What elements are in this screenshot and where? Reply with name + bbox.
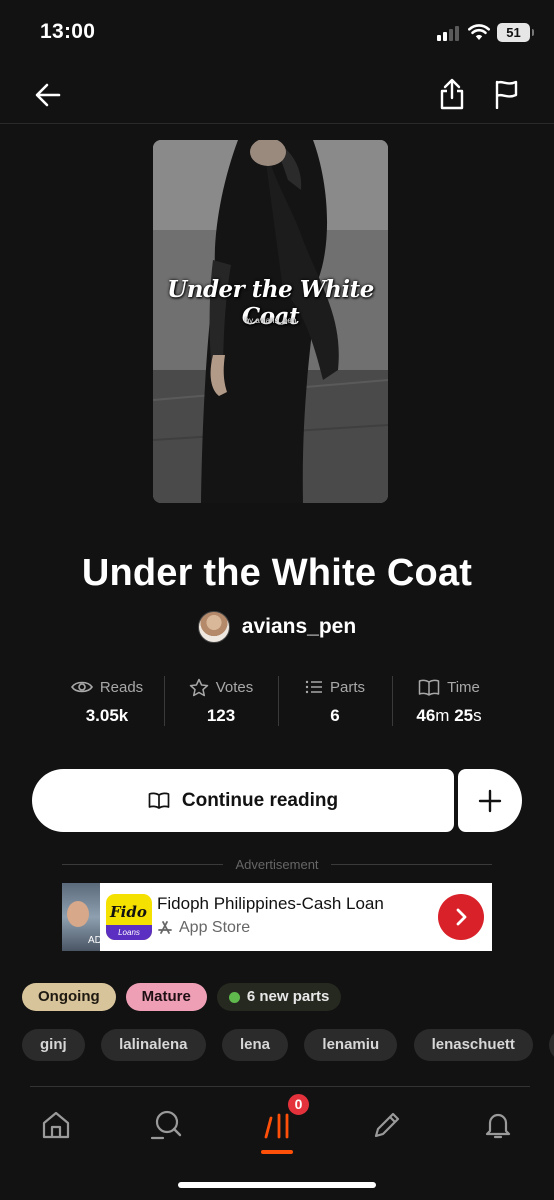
open-book-icon <box>418 679 440 696</box>
tabbar-divider <box>30 1086 530 1087</box>
tab-write[interactable] <box>357 1102 417 1148</box>
green-dot-icon <box>228 991 240 1003</box>
ad-video-thumbnail[interactable]: AD <box>62 883 100 951</box>
author-link[interactable]: avians_pen <box>0 611 554 643</box>
arrow-left-icon <box>35 83 61 107</box>
ad-banner[interactable]: AD Fido Loans Fidoph Philippines-Cash Lo… <box>62 883 492 951</box>
author-name[interactable]: avians_pen <box>242 615 356 639</box>
stat-time-seconds-unit: s <box>473 706 482 725</box>
flag-icon <box>495 80 518 109</box>
stat-parts-value: 6 <box>330 706 340 725</box>
pencil-icon <box>374 1112 400 1138</box>
cellular-signal-icon <box>437 26 461 41</box>
stat-parts-label: Parts <box>329 678 365 696</box>
tag-chip[interactable]: lenamiu <box>304 1029 398 1061</box>
ad-store-label: App Store <box>179 919 251 936</box>
open-book-icon <box>148 792 170 809</box>
cover-byline: by avians_pen <box>244 316 297 325</box>
stat-reads: Reads 3.05k <box>50 676 164 726</box>
ad-store: App Store <box>157 919 250 937</box>
tag-chip[interactable]: lisa <box>549 1029 554 1061</box>
stat-time: Time 46m 25s <box>392 676 506 726</box>
stat-time-value: 46m 25s <box>392 706 506 726</box>
report-button[interactable] <box>486 74 526 114</box>
stat-time-label: Time <box>447 678 480 696</box>
tag-list: ginj lalinalena lena lenamiu lenaschuett… <box>22 1029 554 1061</box>
stat-time-seconds: 25 <box>454 706 474 725</box>
stat-time-minutes-unit: m <box>435 706 450 725</box>
story-title: Under the White Coat <box>81 552 473 594</box>
list-icon <box>305 680 322 694</box>
stat-reads-label: Reads <box>99 678 144 696</box>
add-to-library-button[interactable] <box>458 769 522 832</box>
tab-search[interactable] <box>136 1102 196 1148</box>
eye-icon <box>70 681 93 693</box>
new-parts-badge: 6 new parts <box>216 983 342 1011</box>
mature-badge: Mature <box>125 983 207 1011</box>
story-badges: Ongoing Mature 6 new parts <box>22 983 342 1011</box>
top-nav <box>0 66 554 124</box>
status-bar: 13:00 51 <box>0 0 554 66</box>
tag-chip[interactable]: lena <box>221 1029 288 1061</box>
back-button[interactable] <box>28 75 68 115</box>
stat-reads-value: 3.05k <box>85 706 129 725</box>
tag-chip[interactable]: ginj <box>22 1029 85 1061</box>
continue-reading-button[interactable]: Continue reading <box>32 769 454 832</box>
app-store-icon <box>158 921 172 934</box>
library-badge: 0 <box>286 1092 311 1117</box>
plus-icon <box>478 789 502 812</box>
search-icon <box>150 1110 182 1140</box>
advertisement-label: Advertisement <box>235 856 319 872</box>
author-avatar[interactable] <box>197 611 230 643</box>
tab-notifications[interactable] <box>468 1102 528 1148</box>
ad-title[interactable]: Fidoph Philippines-Cash Loan <box>157 894 384 914</box>
advertisement-divider: Advertisement <box>62 855 492 873</box>
bell-icon <box>485 1113 511 1139</box>
home-indicator <box>178 1182 376 1188</box>
tab-home[interactable] <box>26 1102 86 1148</box>
star-icon <box>189 678 208 696</box>
new-parts-label: 6 new parts <box>246 988 330 1005</box>
wifi-icon <box>468 24 490 40</box>
library-icon <box>264 1113 289 1139</box>
ad-app-logo[interactable]: Fido Loans <box>106 894 152 940</box>
stat-parts: Parts 6 <box>278 676 392 726</box>
ad-logo-text: Fido <box>110 903 147 921</box>
stat-votes-label: Votes <box>215 678 254 696</box>
continue-reading-label: Continue reading <box>181 789 339 811</box>
active-tab-indicator <box>261 1150 293 1154</box>
battery-indicator: 51 <box>497 23 534 42</box>
ad-thumb-label: AD <box>88 935 100 946</box>
tag-chip[interactable]: lenaschuett <box>413 1029 533 1061</box>
share-button[interactable] <box>432 74 472 114</box>
status-badge: Ongoing <box>22 983 116 1011</box>
tag-chip[interactable]: lalinalena <box>101 1029 206 1061</box>
chevron-right-icon <box>456 908 467 926</box>
stat-votes: Votes 123 <box>164 676 278 726</box>
stat-votes-value: 123 <box>206 706 236 725</box>
story-stats: Reads 3.05k Votes 123 Parts 6 Time 46m 2… <box>50 676 506 726</box>
share-icon <box>440 78 464 110</box>
home-icon <box>42 1111 70 1139</box>
story-cover[interactable]: Under the White Coat by avians_pen <box>153 140 388 503</box>
ad-open-button[interactable] <box>438 894 484 940</box>
stat-time-minutes: 46 <box>416 706 436 725</box>
status-time: 13:00 <box>40 20 96 43</box>
ad-logo-sub: Loans <box>106 925 152 940</box>
